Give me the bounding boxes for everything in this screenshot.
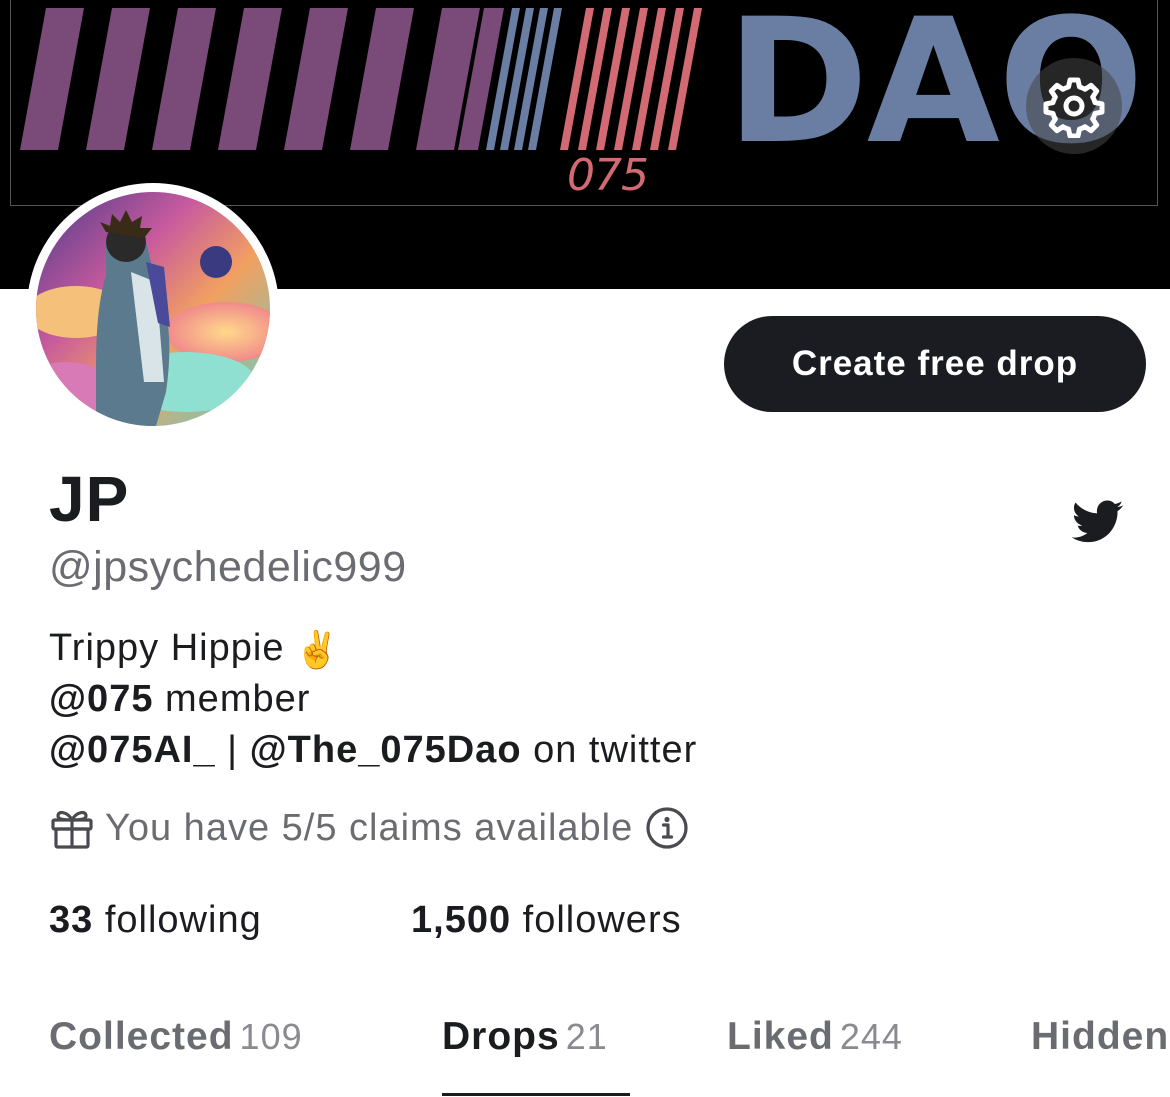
bio-line-2: @075 member <box>49 678 310 721</box>
tab-drops-count: 21 <box>565 1016 608 1057</box>
following-label: following <box>104 899 262 941</box>
claims-text: You have 5/5 claims available <box>105 806 634 849</box>
bio-line-1: Trippy Hippie ✌️ <box>49 627 340 671</box>
gear-icon <box>1043 77 1105 138</box>
bio-tagline: Trippy Hippie <box>49 627 285 669</box>
tab-hidden-label: Hidden <box>1031 1015 1170 1058</box>
bio-twitter-text: on twitter <box>533 729 698 771</box>
create-free-drop-button[interactable]: Create free drop <box>724 316 1146 412</box>
twitter-link[interactable] <box>1071 500 1124 544</box>
tab-liked-count: 244 <box>839 1016 903 1057</box>
tab-collected[interactable]: Collected 109 <box>49 1015 303 1059</box>
tab-collected-count: 109 <box>239 1016 303 1057</box>
profile-handle: @jpsychedelic999 <box>49 543 407 591</box>
tab-hidden[interactable]: Hidden <box>1031 1015 1169 1059</box>
mention-075[interactable]: @075 <box>49 678 153 720</box>
settings-button[interactable] <box>1026 58 1122 154</box>
bio-member-text: member <box>165 678 311 720</box>
mention-075ai[interactable]: @075AI_ <box>49 729 216 771</box>
info-icon[interactable] <box>645 806 689 850</box>
twitter-icon <box>1071 500 1124 543</box>
tab-drops[interactable]: Drops 21 <box>442 1015 608 1059</box>
avatar[interactable] <box>27 183 279 435</box>
followers-label: followers <box>522 899 682 941</box>
followers-count: 1,500 <box>411 899 512 941</box>
tab-liked[interactable]: Liked 244 <box>727 1015 903 1059</box>
banner-subtitle: 075 <box>567 150 649 201</box>
gift-icon <box>51 810 93 849</box>
claims-info: You have 5/5 claims available <box>49 806 689 850</box>
followers-stat[interactable]: 1,500 followers <box>411 899 682 942</box>
following-stat[interactable]: 33 following <box>49 899 262 942</box>
following-count: 33 <box>49 899 94 941</box>
profile-name: JP <box>49 463 130 535</box>
mention-the-075dao[interactable]: @The_075Dao <box>250 729 522 771</box>
tab-liked-label: Liked <box>727 1015 834 1058</box>
avatar-image <box>36 192 270 426</box>
tab-drops-label: Drops <box>442 1015 560 1058</box>
active-tab-indicator <box>442 1093 630 1096</box>
bio-separator: | <box>227 729 239 771</box>
tab-collected-label: Collected <box>49 1015 234 1058</box>
peace-emoji-icon: ✌️ <box>294 628 341 670</box>
bio-line-3: @075AI_ | @The_075Dao on twitter <box>49 729 697 772</box>
